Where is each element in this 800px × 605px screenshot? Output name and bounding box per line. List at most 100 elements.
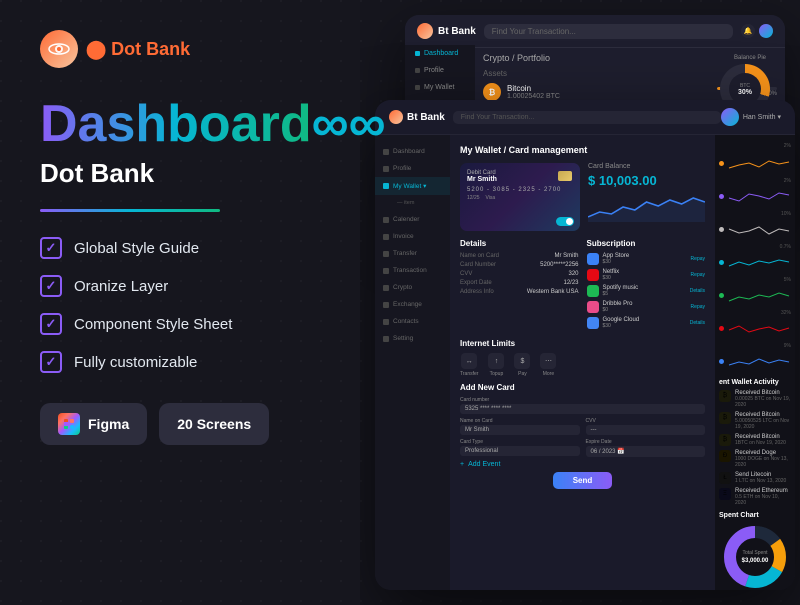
sidebar-item-exchange[interactable]: Exchange	[375, 296, 450, 313]
int-topup[interactable]: ↑ Topup	[488, 353, 504, 377]
wa-item: Ξ Received Ethereum 0.5 ETH on Nov 10, 2…	[719, 488, 791, 506]
logo-text: ⬤ Dot Bank	[86, 39, 190, 60]
sub-info: Dribble Pro $0	[603, 301, 687, 313]
dm-logo-dot	[389, 110, 403, 124]
add-card-section: Add New Card Card number 5325 **** **** …	[460, 383, 705, 468]
wa-info: Received Bitcoin 1BTC on Nov 19, 2020	[735, 434, 791, 446]
sub-details[interactable]: Details	[690, 320, 705, 326]
right-panel: Bt Bank Find Your Transaction... 🔔 Dashb…	[360, 0, 800, 605]
sidebar-item-crypto[interactable]: Crypto	[375, 279, 450, 296]
db-logo-small: Bt Bank	[417, 23, 476, 39]
btc-dot	[719, 161, 724, 166]
red-dot	[719, 326, 724, 331]
figma-label: Figma	[88, 416, 129, 432]
list-item: Component Style Sheet	[40, 313, 330, 335]
int-pay[interactable]: $ Pay	[514, 353, 530, 377]
stat-red	[719, 318, 791, 338]
ltc-activity-icon: Ł	[719, 472, 731, 484]
sidebar-item-setting[interactable]: Setting	[375, 330, 450, 347]
sub-item: App Store $30 Repay	[587, 253, 706, 265]
sidebar-item-transfer[interactable]: Transfer	[375, 245, 450, 262]
card-toggle[interactable]	[556, 217, 574, 226]
wa-info: Received Bitcoin 5.00050525 LTC on Nov 1…	[735, 412, 791, 430]
feature-list: Global Style Guide Oranize Layer Compone…	[40, 237, 330, 373]
purple-dot	[719, 194, 724, 199]
btc-activity-icon2: ₿	[719, 412, 731, 424]
internet-section: Internet Limits ↔ Transfer ↑ Topup $ Pay	[460, 339, 705, 377]
db-header: Bt Bank Find Your Transaction... 🔔	[405, 15, 785, 48]
sub-repay[interactable]: Repay	[691, 272, 705, 278]
green-chart	[727, 285, 791, 305]
card-number-input[interactable]: 5325 **** **** ****	[460, 404, 705, 414]
detail-row: Name on Card Mr Smith	[460, 253, 579, 259]
main-headline: Dashboard∞∞	[40, 98, 330, 150]
expire-date-input[interactable]: 06 / 2023 📅	[586, 446, 706, 457]
credit-card: Debit Card Mr Smith 5200 - 3085 - 2325 -…	[460, 163, 580, 231]
card-number: 5200 - 3085 - 2325 - 2700	[467, 187, 573, 193]
dm-search[interactable]: Find Your Transaction...	[453, 111, 721, 124]
detail-row: CVV 320	[460, 271, 579, 277]
dribbble-icon	[587, 301, 599, 313]
headline-text: Dashboard	[40, 95, 312, 153]
stat-bitcoin	[719, 153, 791, 173]
nav-item-profile: Profile	[405, 62, 475, 79]
int-more[interactable]: ⋯ More	[540, 353, 556, 377]
sub-repay[interactable]: Repay	[691, 256, 705, 262]
sub-info: App Store $30	[603, 253, 687, 265]
add-card-title: Add New Card	[460, 383, 705, 392]
sub-item: Dribble Pro $0 Repay	[587, 301, 706, 313]
wallet-activity-title: ent Wallet Activity	[719, 379, 791, 386]
sub-item: Netflix $30 Repay	[587, 269, 706, 281]
add-event-button[interactable]: +Add Event	[460, 461, 705, 468]
cyan-dot	[719, 260, 724, 265]
stat-label: 32%	[719, 310, 791, 316]
sidebar-item-calendar[interactable]: Calender	[375, 211, 450, 228]
sidebar-item-profile[interactable]: Profile	[375, 160, 450, 177]
svg-text:$3,000.00: $3,000.00	[742, 558, 769, 564]
sub-headline: Dot Bank	[40, 158, 330, 189]
check-icon	[40, 351, 62, 373]
blue-chart	[727, 351, 791, 371]
green-dot	[719, 293, 724, 298]
dashboard-main: Bt Bank Find Your Transaction... Han Smi…	[375, 100, 795, 590]
wa-info: Received Doge 1000 DOGE on Nov 13, 2020	[735, 450, 791, 468]
sidebar-item-invoice[interactable]: Invoice	[375, 228, 450, 245]
stat-label: 2%	[719, 143, 791, 149]
sidebar-item-transaction[interactable]: Transaction	[375, 262, 450, 279]
name-on-card-input[interactable]: Mr Smith	[460, 425, 580, 435]
card-type-field: Card Type Professional	[460, 439, 580, 457]
sidebar-sub-item[interactable]: — item	[389, 195, 450, 211]
cyan-chart	[727, 252, 791, 272]
check-icon	[40, 275, 62, 297]
card-type-input[interactable]: Professional	[460, 446, 580, 456]
ltc-chart	[727, 219, 791, 239]
int-transfer[interactable]: ↔ Transfer	[460, 353, 478, 377]
stat-label: 10%	[719, 211, 791, 217]
wa-item: ₿ Received Bitcoin 0.00025 BTC on Nov 19…	[719, 390, 791, 408]
transfer-icon: ↔	[461, 353, 477, 369]
sub-details[interactable]: Details	[690, 288, 705, 294]
sidebar-item-contacts[interactable]: Contacts	[375, 313, 450, 330]
expire-date-field: Expire Date 06 / 2023 📅	[586, 439, 706, 457]
wa-item: ₿ Received Bitcoin 1BTC on Nov 19, 2020	[719, 434, 791, 446]
sidebar-item-wallet[interactable]: My Wallet ▾	[375, 177, 450, 195]
sidebar-item-dashboard[interactable]: Dashboard	[375, 143, 450, 160]
details-title: Details	[460, 239, 579, 248]
figma-badge[interactable]: Figma	[40, 403, 147, 445]
send-button[interactable]: Send	[553, 472, 613, 489]
bitcoin-info: Bitcoin 1.00025402 BTC	[507, 84, 711, 100]
stat-label: 2%	[719, 178, 791, 184]
cvv-input[interactable]: ---	[586, 425, 706, 435]
nav-item-dashboard: Dashboard	[405, 45, 475, 62]
stat-label: 0.7%	[719, 244, 791, 250]
wa-item: ₿ Received Bitcoin 5.00050525 LTC on Nov…	[719, 412, 791, 430]
eth-activity-icon: Ξ	[719, 488, 731, 500]
tools-row: Figma 20 Screens	[40, 403, 330, 445]
card-area: Debit Card Mr Smith 5200 - 3085 - 2325 -…	[460, 163, 705, 231]
subscription-title: Subscription	[587, 239, 706, 248]
dm-sidebar: Dashboard Profile My Wallet ▾ — item Cal…	[375, 135, 450, 590]
divider	[40, 209, 220, 212]
sub-repay[interactable]: Repay	[691, 304, 705, 310]
spend-chart-title: Spent Chart	[719, 512, 791, 519]
card-toggle-dot	[566, 218, 573, 225]
